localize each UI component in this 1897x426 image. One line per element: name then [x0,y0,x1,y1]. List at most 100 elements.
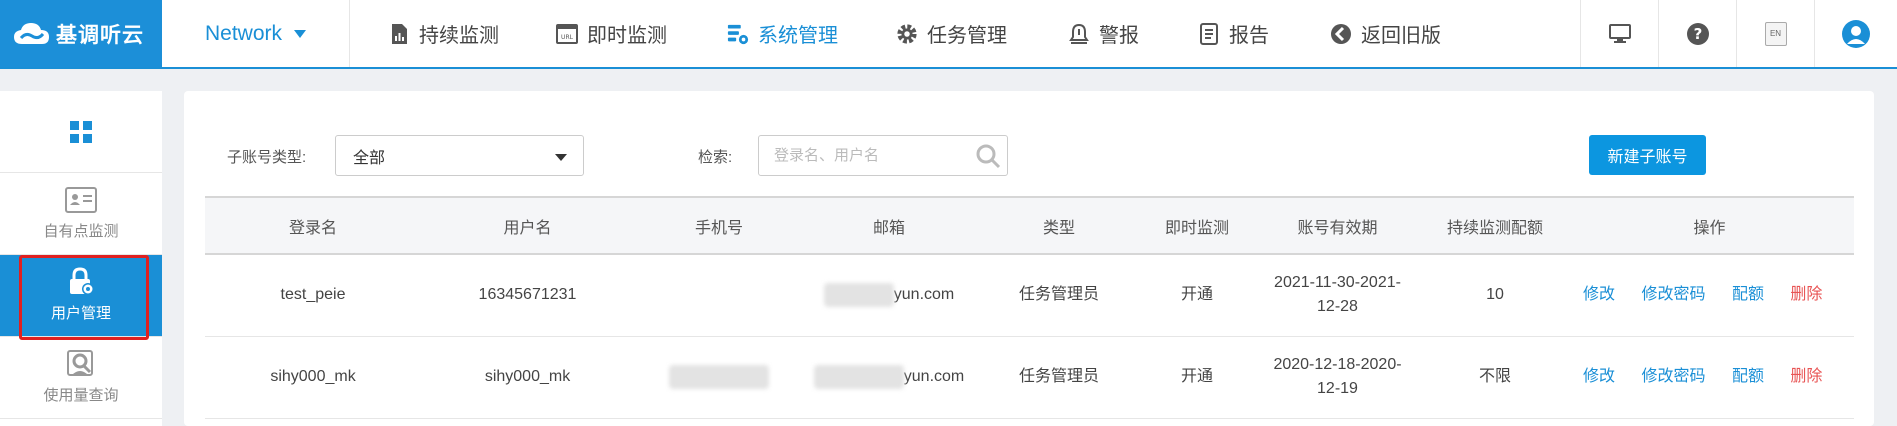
account-type-value: 全部 [353,149,386,167]
table-row: test_peie 16345671231 yun.com 任务管理员 开通 2… [205,254,1854,336]
cell-actions: 修改 修改密码 配额 删除 [1565,336,1854,418]
column-header-email[interactable]: 邮箱 [804,197,974,254]
change-password-link[interactable]: 修改密码 [1641,286,1705,303]
cell-type: 任务管理员 [1018,368,1099,385]
search-icon[interactable] [975,143,1001,169]
sidebar-item-own-nodes[interactable]: 自有点监测 [0,173,162,255]
search-input[interactable] [774,136,974,174]
usage-search-icon [66,350,96,378]
table-header-row: 登录名 用户名 手机号 邮箱 类型 即时监测 账号有效期 持续监测配额 操作 [205,197,1854,254]
language-en-icon: EN [1764,21,1787,46]
sidebar-item-label: 自有点监测 [43,223,119,240]
redacted-email-prefix [823,283,894,308]
delete-link[interactable]: 删除 [1790,286,1822,303]
column-header-username[interactable]: 用户名 [421,197,634,254]
bar-chart-document-icon [388,23,410,45]
url-window-icon: URL [556,23,578,45]
brand-logo[interactable]: 基调听云 [0,0,162,67]
user-avatar-icon [1842,19,1870,48]
search-label: 检索: [698,149,733,166]
nav-label: 任务管理 [927,25,1007,47]
cloud-logo-icon [14,22,49,44]
brand-name: 基调听云 [56,23,144,47]
monitor-button[interactable] [1580,0,1658,67]
top-navigation-bar: 基调听云 Network 持续监测 URL 即时监测 系统管理 任务管理 警报 [0,0,1897,69]
column-header-validity[interactable]: 账号有效期 [1250,197,1425,254]
nav-continuous-monitoring[interactable]: 持续监测 [388,0,499,67]
account-type-label: 子账号类型: [227,149,307,166]
language-code: EN [1769,29,1782,38]
redacted-email-prefix [813,364,904,389]
validity-value: 2021-11-30-2021-12-28 [1274,274,1401,316]
help-button[interactable]: ? [1658,0,1736,67]
change-password-link[interactable]: 修改密码 [1641,368,1705,385]
sidebar-item-label: 使用量查询 [43,387,119,404]
subaccount-table: 登录名 用户名 手机号 邮箱 类型 即时监测 账号有效期 持续监测配额 操作 t… [205,196,1854,419]
cell-instant: 开通 [1180,368,1213,385]
cell-phone [634,254,804,336]
nav-label: 即时监测 [587,25,667,47]
system-settings-icon [727,23,749,45]
cell-type: 任务管理员 [1018,286,1099,304]
gear-icon [896,23,918,45]
sidebar-grid-menu[interactable] [0,91,162,173]
nav-label: 返回旧版 [1361,25,1441,47]
edit-link[interactable]: 修改 [1583,368,1615,385]
help-icon: ? [1686,22,1709,45]
sidebar-item-user-management[interactable]: 用户管理 [0,255,162,337]
table-row: sihy000_mk sihy000_mk yun.com 任务管理员 开通 2… [205,336,1854,418]
cell-email: yun.com [804,336,974,418]
email-value: yun.com [893,286,955,304]
cell-username: sihy000_mk [484,368,571,385]
sidebar-item-usage-query[interactable]: 使用量查询 [0,337,162,419]
cell-login: sihy000_mk [270,368,356,385]
column-header-instant[interactable]: 即时监测 [1144,197,1250,254]
cell-instant: 开通 [1180,286,1213,304]
sidebar-item-label: 用户管理 [50,305,111,322]
nav-instant-monitoring[interactable]: URL 即时监测 [556,0,667,67]
monitor-icon [1608,23,1631,43]
main-content-panel: 子账号类型: 全部 检索: 新建子账号 登录名 用户名 手机号 邮箱 类型 即时… [184,91,1874,426]
nav-alerts[interactable]: 警报 [1068,0,1139,67]
nav-task-management[interactable]: 任务管理 [896,0,1007,67]
chevron-down-icon [294,29,307,38]
cell-validity: 2020-12-18-2020-12-19 [1250,336,1425,418]
back-arrow-icon [1330,23,1352,45]
quota-link[interactable]: 配额 [1732,368,1764,385]
nav-system-management[interactable]: 系统管理 [727,0,838,67]
quota-link[interactable]: 配额 [1732,286,1764,303]
svg-text:?: ? [1693,25,1702,43]
validity-value: 2020-12-18-2020-12-19 [1273,356,1402,397]
column-header-quota[interactable]: 持续监测配额 [1425,197,1565,254]
id-card-icon [65,186,97,214]
left-sidebar: 自有点监测 用户管理 使用量查询 [0,91,162,426]
column-header-login[interactable]: 登录名 [205,197,421,254]
network-dropdown[interactable]: Network [162,0,350,67]
column-header-phone[interactable]: 手机号 [634,197,804,254]
nav-reports[interactable]: 报告 [1198,0,1269,67]
user-avatar-button[interactable] [1814,0,1897,67]
delete-link[interactable]: 删除 [1790,368,1822,385]
new-subaccount-button[interactable]: 新建子账号 [1589,135,1706,175]
nav-back-old-version[interactable]: 返回旧版 [1330,0,1441,67]
cell-quota: 10 [1486,286,1504,304]
cell-email: yun.com [804,254,974,336]
cell-quota: 不限 [1478,368,1511,385]
search-box [758,135,1008,176]
column-header-type[interactable]: 类型 [974,197,1144,254]
svg-text:URL: URL [561,34,574,41]
edit-link[interactable]: 修改 [1583,286,1615,303]
column-header-actions: 操作 [1693,219,1726,237]
user-lock-settings-icon [66,267,96,296]
bell-icon [1068,23,1090,45]
cell-username: 16345671231 [478,286,577,304]
language-button[interactable]: EN [1736,0,1814,67]
nav-label: 持续监测 [419,25,499,47]
cell-actions: 修改 修改密码 配额 删除 [1565,254,1854,336]
nav-label: 报告 [1229,25,1269,47]
account-type-select[interactable]: 全部 [335,135,584,176]
nav-label: 系统管理 [758,25,838,47]
document-icon [1198,22,1220,45]
grid-icon [70,120,92,143]
network-label: Network [204,21,283,45]
